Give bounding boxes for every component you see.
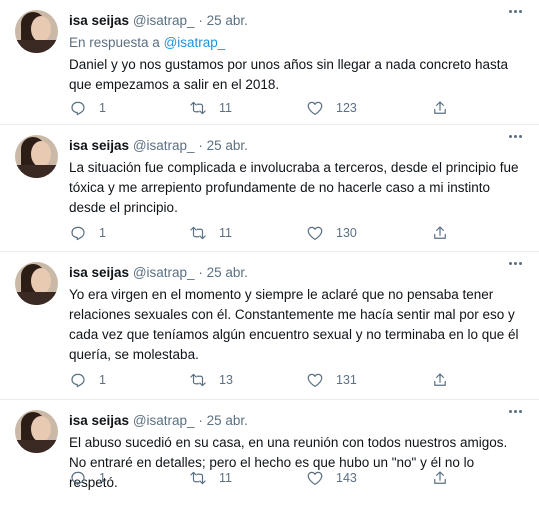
tweet-thread: isa seijas @isatrap_ · 25 abr. En respue… <box>0 0 539 509</box>
tweet-body: isa seijas @isatrap_ · 25 abr. En respue… <box>69 12 525 95</box>
like-button[interactable]: 123 <box>306 99 357 117</box>
display-name[interactable]: isa seijas <box>69 265 129 280</box>
tweet-date[interactable]: 25 abr. <box>207 413 248 428</box>
user-handle[interactable]: @isatrap_ <box>133 265 195 280</box>
tweet-date[interactable]: 25 abr. <box>207 13 248 28</box>
reply-button[interactable]: 1 <box>69 469 106 487</box>
like-count: 123 <box>336 101 357 115</box>
like-button[interactable]: 131 <box>306 371 357 389</box>
like-icon <box>307 471 323 485</box>
user-handle[interactable]: @isatrap_ <box>133 138 195 153</box>
reply-count: 1 <box>99 471 106 485</box>
reply-count: 1 <box>99 373 106 387</box>
retweet-button[interactable]: 11 <box>189 469 232 487</box>
separator-dot: · <box>198 138 203 153</box>
display-name[interactable]: isa seijas <box>69 413 129 428</box>
tweet-body: isa seijas @isatrap_ · 25 abr. La situac… <box>69 137 525 218</box>
reply-button[interactable]: 1 <box>69 371 106 389</box>
reply-icon <box>71 226 85 241</box>
tweet-text: Yo era virgen en el momento y siempre le… <box>69 287 519 362</box>
tweet-actions: 1 11 130 <box>69 224 469 242</box>
retweet-button[interactable]: 11 <box>189 224 232 242</box>
retweet-count: 11 <box>219 471 232 485</box>
reply-count: 1 <box>99 226 106 240</box>
like-button[interactable]: 130 <box>306 224 357 242</box>
share-icon <box>434 226 446 239</box>
reply-icon <box>71 373 85 388</box>
tweet-actions: 1 13 131 <box>69 371 469 389</box>
tweet-header: isa seijas @isatrap_ · 25 abr. <box>69 12 525 29</box>
tweet-date[interactable]: 25 abr. <box>207 138 248 153</box>
share-button[interactable] <box>431 224 449 242</box>
tweet[interactable]: isa seijas @isatrap_ · 25 abr. Yo era vi… <box>0 252 539 400</box>
separator-dot: · <box>198 13 203 28</box>
retweet-icon <box>190 101 206 115</box>
share-button[interactable] <box>431 371 449 389</box>
like-count: 131 <box>336 373 357 387</box>
tweet-header: isa seijas @isatrap_ · 25 abr. <box>69 412 525 429</box>
reply-button[interactable]: 1 <box>69 224 106 242</box>
tweet-header: isa seijas @isatrap_ · 25 abr. <box>69 137 525 154</box>
avatar[interactable] <box>15 410 58 453</box>
tweet-date[interactable]: 25 abr. <box>207 265 248 280</box>
display-name[interactable]: isa seijas <box>69 138 129 153</box>
retweet-button[interactable]: 13 <box>189 371 233 389</box>
tweet[interactable]: isa seijas @isatrap_ · 25 abr. El abuso … <box>0 400 539 509</box>
reply-icon <box>71 471 85 486</box>
reply-button[interactable]: 1 <box>69 99 106 117</box>
tweet[interactable]: isa seijas @isatrap_ · 25 abr. En respue… <box>0 0 539 125</box>
retweet-icon <box>190 373 206 387</box>
like-icon <box>307 373 323 387</box>
reply-mention-link[interactable]: @isatrap_ <box>164 35 226 50</box>
user-handle[interactable]: @isatrap_ <box>133 413 195 428</box>
separator-dot: · <box>198 265 203 280</box>
like-icon <box>307 101 323 115</box>
tweet-text: La situación fue complicada e involucrab… <box>69 160 519 215</box>
like-count: 143 <box>336 471 357 485</box>
like-count: 130 <box>336 226 357 240</box>
tweet[interactable]: isa seijas @isatrap_ · 25 abr. La situac… <box>0 125 539 252</box>
separator-dot: · <box>198 413 203 428</box>
retweet-icon <box>190 226 206 240</box>
retweet-icon <box>190 471 206 485</box>
user-handle[interactable]: @isatrap_ <box>133 13 195 28</box>
reply-prefix: En respuesta a <box>69 35 160 50</box>
tweet-text: Daniel y yo nos gustamos por unos años s… <box>69 57 509 92</box>
retweet-count: 11 <box>219 226 232 240</box>
reply-icon <box>71 101 85 116</box>
share-button[interactable] <box>431 99 449 117</box>
retweet-count: 11 <box>219 101 232 115</box>
reply-context: En respuesta a @isatrap_ <box>69 34 525 51</box>
avatar[interactable] <box>15 135 58 178</box>
share-icon <box>434 373 446 386</box>
like-button[interactable]: 143 <box>306 469 357 487</box>
tweet-actions: 1 11 143 <box>69 469 469 487</box>
share-button[interactable] <box>431 469 449 487</box>
tweet-actions: 1 11 123 <box>69 99 469 117</box>
avatar[interactable] <box>15 10 58 53</box>
share-icon <box>434 471 446 484</box>
tweet-header: isa seijas @isatrap_ · 25 abr. <box>69 264 525 281</box>
like-icon <box>307 226 323 240</box>
retweet-count: 13 <box>219 373 233 387</box>
share-icon <box>434 101 446 114</box>
reply-count: 1 <box>99 101 106 115</box>
tweet-body: isa seijas @isatrap_ · 25 abr. Yo era vi… <box>69 264 525 365</box>
avatar[interactable] <box>15 262 58 305</box>
retweet-button[interactable]: 11 <box>189 99 232 117</box>
display-name[interactable]: isa seijas <box>69 13 129 28</box>
